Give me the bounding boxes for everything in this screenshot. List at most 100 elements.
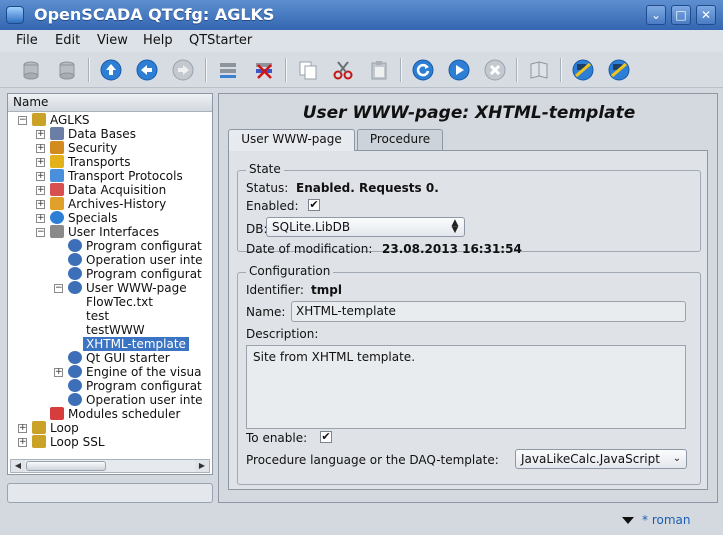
menu-file[interactable]: File [16,33,38,48]
expand-icon[interactable]: + [54,368,63,377]
status-value: Enabled. Requests 0. [296,181,439,195]
tree-item-label: Data Acquisition [68,183,167,197]
expand-icon[interactable]: + [18,424,27,433]
tree-item[interactable]: XHTML-template [8,337,212,351]
scrollbar-thumb[interactable] [26,461,106,471]
state-group-title: State [246,162,284,176]
item-delete-icon[interactable] [251,57,277,83]
collapse-icon[interactable]: − [18,116,27,125]
tree-item-label: Loop [50,421,79,435]
expand-icon[interactable]: + [36,130,45,139]
tree-item[interactable]: test [8,309,212,323]
db-label: DB: [246,222,268,236]
tree-item[interactable]: + Transports [8,155,212,169]
tree-item[interactable]: − User WWW-page [8,281,212,295]
identifier-label: Identifier: [246,283,304,297]
current-user[interactable]: * roman [642,513,690,527]
stop-icon[interactable] [482,57,508,83]
folder-icon [32,421,46,434]
db-load-icon[interactable] [18,57,44,83]
item-add-icon[interactable] [215,57,241,83]
tree-item[interactable]: + Specials [8,211,212,225]
app-icon [6,6,24,24]
procedure-language-select[interactable]: JavaLikeCalc.JavaScript ⌄ [515,449,687,469]
menu-qtstarter[interactable]: QTStarter [189,33,252,48]
tree-item[interactable]: testWWW [8,323,212,337]
tree-item[interactable]: FlowTec.txt [8,295,212,309]
tree-item[interactable]: Qt GUI starter [8,351,212,365]
tree-item[interactable]: Modules scheduler [8,407,212,421]
name-field[interactable]: XHTML-template [291,301,686,322]
tab-procedure[interactable]: Procedure [357,129,443,150]
start-icon[interactable] [446,57,472,83]
db-save-icon[interactable] [54,57,80,83]
collapse-icon[interactable]: − [36,228,45,237]
db-select[interactable]: SQLite.LibDB ▲ ▼ [266,217,465,237]
tree-item-label: User WWW-page [86,281,187,295]
tree-item[interactable]: Program configurat [8,379,212,393]
tree-info-field [7,483,213,503]
description-textarea[interactable]: Site from XHTML template. [246,345,686,429]
expand-icon[interactable]: + [36,172,45,181]
expand-icon[interactable]: + [36,214,45,223]
tree-item[interactable]: + Archives-History [8,197,212,211]
triangle-down-icon[interactable] [622,517,634,524]
cut-icon[interactable] [330,57,356,83]
tree-horizontal-scrollbar[interactable]: ◀ ▶ [10,459,210,473]
tree-item[interactable]: + Loop [8,421,212,435]
qtcfg2-icon[interactable] [606,57,632,83]
tree-item-label: AGLKS [50,113,90,127]
close-button[interactable]: ✕ [696,5,716,25]
tree-item[interactable]: − AGLKS [8,113,212,127]
menu-edit[interactable]: Edit [55,33,80,48]
refresh-icon[interactable] [410,57,436,83]
configuration-group: Configuration Identifier: tmpl Name: XHT… [237,264,701,485]
minimize-button[interactable]: ⌄ [646,5,666,25]
tab-user-www-page[interactable]: User WWW-page [228,129,355,151]
tree-item[interactable]: Program configurat [8,267,212,281]
expand-icon[interactable]: + [18,438,27,447]
scroll-left-icon[interactable]: ◀ [11,460,25,472]
maximize-button[interactable]: □ [671,5,691,25]
tree-item[interactable]: Operation user inte [8,253,212,267]
archive-icon [50,197,64,210]
tree-item-label: User Interfaces [68,225,160,239]
menu-view[interactable]: View [97,33,128,48]
expand-icon[interactable]: + [36,144,45,153]
tree-item[interactable]: − User Interfaces [8,225,212,239]
back-icon[interactable] [134,57,160,83]
db-icon [50,127,64,140]
tree-item[interactable]: + Engine of the visua [8,365,212,379]
copy-icon[interactable] [295,57,321,83]
manual-icon[interactable] [526,57,552,83]
expand-icon[interactable]: + [36,158,45,167]
description-label: Description: [246,327,319,341]
tree-header[interactable]: Name [8,94,212,112]
scroll-right-icon[interactable]: ▶ [195,460,209,472]
tree-item[interactable]: Operation user inte [8,393,212,407]
title-bar: OpenSCADA QTCfg: AGLKS ⌄ □ ✕ [0,0,723,30]
expand-icon[interactable]: + [36,200,45,209]
module-icon [68,267,82,280]
tree-item[interactable]: + Security [8,141,212,155]
tree-item[interactable]: + Data Acquisition [8,183,212,197]
tab-content: State Status: Enabled. Requests 0. Enabl… [228,150,708,490]
db-select-value: SQLite.LibDB [272,220,351,234]
tree-item-label: Program configurat [86,379,202,393]
paste-icon[interactable] [366,57,392,83]
tree-item[interactable]: + Loop SSL [8,435,212,449]
qtcfg-icon[interactable] [570,57,596,83]
up-icon[interactable] [98,57,124,83]
to-enable-checkbox[interactable]: ✔ [320,431,332,443]
forward-icon[interactable] [170,57,196,83]
tree-item[interactable]: + Data Bases [8,127,212,141]
tree-item[interactable]: + Transport Protocols [8,169,212,183]
expand-icon[interactable]: + [36,186,45,195]
menu-help[interactable]: Help [143,33,173,48]
tree-item[interactable]: Program configurat [8,239,212,253]
tree-item-label: Security [68,141,118,155]
enabled-checkbox[interactable]: ✔ [308,199,320,211]
collapse-icon[interactable]: − [54,284,63,293]
date-value: 23.08.2013 16:31:54 [382,242,522,256]
tree-item-label: Transport Protocols [68,169,183,183]
